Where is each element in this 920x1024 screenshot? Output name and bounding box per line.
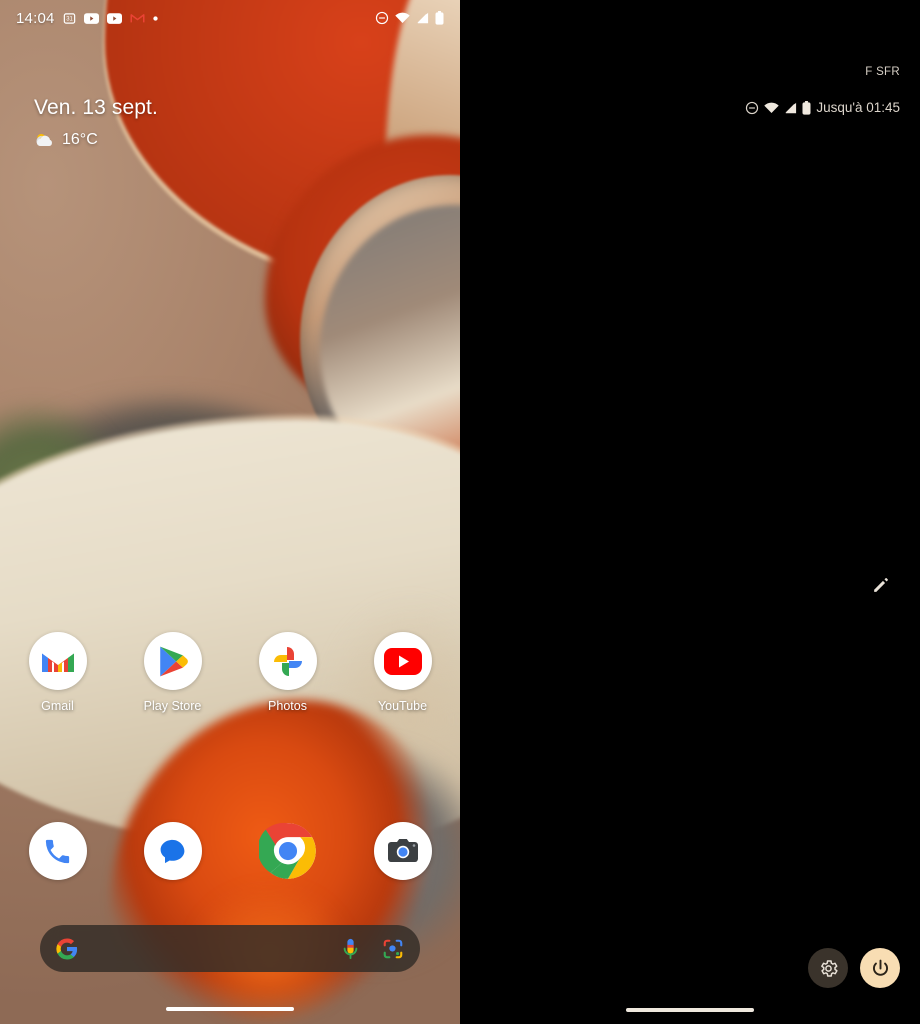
google-g-icon	[56, 937, 78, 960]
power-button[interactable]	[860, 948, 900, 988]
app-camera[interactable]	[345, 822, 460, 880]
app-messages[interactable]	[115, 822, 230, 880]
calendar-31-icon: 31	[63, 12, 76, 25]
do-not-disturb-icon	[375, 11, 389, 25]
power-icon	[870, 958, 891, 979]
status-bar-left: 14:04 31	[16, 10, 158, 27]
app-phone[interactable]	[0, 822, 115, 880]
home-screen-panel: 14:04 31 Ven. 13 sept. 16°C Gmail Play S…	[0, 0, 460, 1024]
weather-widget[interactable]: 16°C	[34, 131, 158, 149]
chrome-icon	[258, 822, 317, 880]
signal-icon	[784, 102, 797, 114]
gear-icon	[818, 958, 839, 979]
gmail-icon	[130, 12, 145, 24]
qs-carrier-label: F SFR	[865, 66, 900, 78]
play-store-icon	[143, 632, 202, 690]
svg-text:31: 31	[66, 16, 73, 22]
status-bar-clock: 14:04	[16, 9, 55, 27]
pencil-icon[interactable]	[871, 576, 890, 595]
google-lens-icon[interactable]	[382, 938, 404, 960]
gmail-icon	[28, 632, 87, 690]
qs-bottom-buttons	[808, 948, 900, 988]
google-photos-icon	[258, 632, 317, 690]
lockscreen-info: Ven. 13 sept. 16°C	[34, 96, 158, 149]
app-gmail[interactable]: Gmail	[0, 632, 115, 713]
home-navigation-pill[interactable]	[166, 1007, 294, 1011]
microphone-icon[interactable]	[341, 938, 360, 960]
app-grid-row-1: Gmail Play Store Photos YouTube	[0, 632, 460, 713]
battery-estimate-label: Jusqu'à 01:45	[816, 100, 900, 115]
home-status-bar: 14:04 31	[0, 0, 460, 36]
qs-navigation-pill[interactable]	[626, 1008, 754, 1012]
phone-icon	[28, 822, 87, 880]
messages-icon	[143, 822, 202, 880]
settings-button[interactable]	[808, 948, 848, 988]
status-bar-right	[375, 11, 444, 25]
battery-icon	[802, 100, 811, 115]
phone-screenshot-pair: 14:04 31 Ven. 13 sept. 16°C Gmail Play S…	[0, 0, 920, 1024]
do-not-disturb-icon	[745, 101, 759, 115]
weather-temperature: 16°C	[62, 131, 98, 148]
google-search-bar[interactable]	[40, 925, 420, 972]
app-label: Gmail	[41, 699, 74, 713]
signal-icon	[416, 12, 429, 24]
youtube-icon	[83, 12, 99, 24]
lockscreen-date: Ven. 13 sept.	[34, 96, 158, 119]
youtube-icon	[106, 12, 122, 24]
app-label: Play Store	[143, 699, 202, 713]
wifi-icon	[395, 12, 410, 24]
dock-row	[0, 822, 460, 880]
app-label: YouTube	[377, 699, 428, 713]
wifi-icon	[764, 102, 780, 114]
app-photos[interactable]: Photos	[230, 632, 345, 713]
app-play-store[interactable]: Play Store	[115, 632, 230, 713]
app-chrome[interactable]	[230, 822, 345, 880]
quick-settings-panel: 14:05 F SFR Ven. 13 sept. Jusqu'à 01:45	[460, 0, 920, 1024]
app-label: Photos	[268, 699, 307, 713]
qs-status-icons: Jusqu'à 01:45	[745, 100, 900, 115]
camera-icon	[373, 822, 432, 880]
dot-icon	[152, 15, 158, 21]
partly-cloudy-icon	[34, 132, 55, 148]
battery-icon	[435, 11, 444, 25]
app-youtube[interactable]: YouTube	[345, 632, 460, 713]
youtube-icon	[373, 632, 432, 690]
